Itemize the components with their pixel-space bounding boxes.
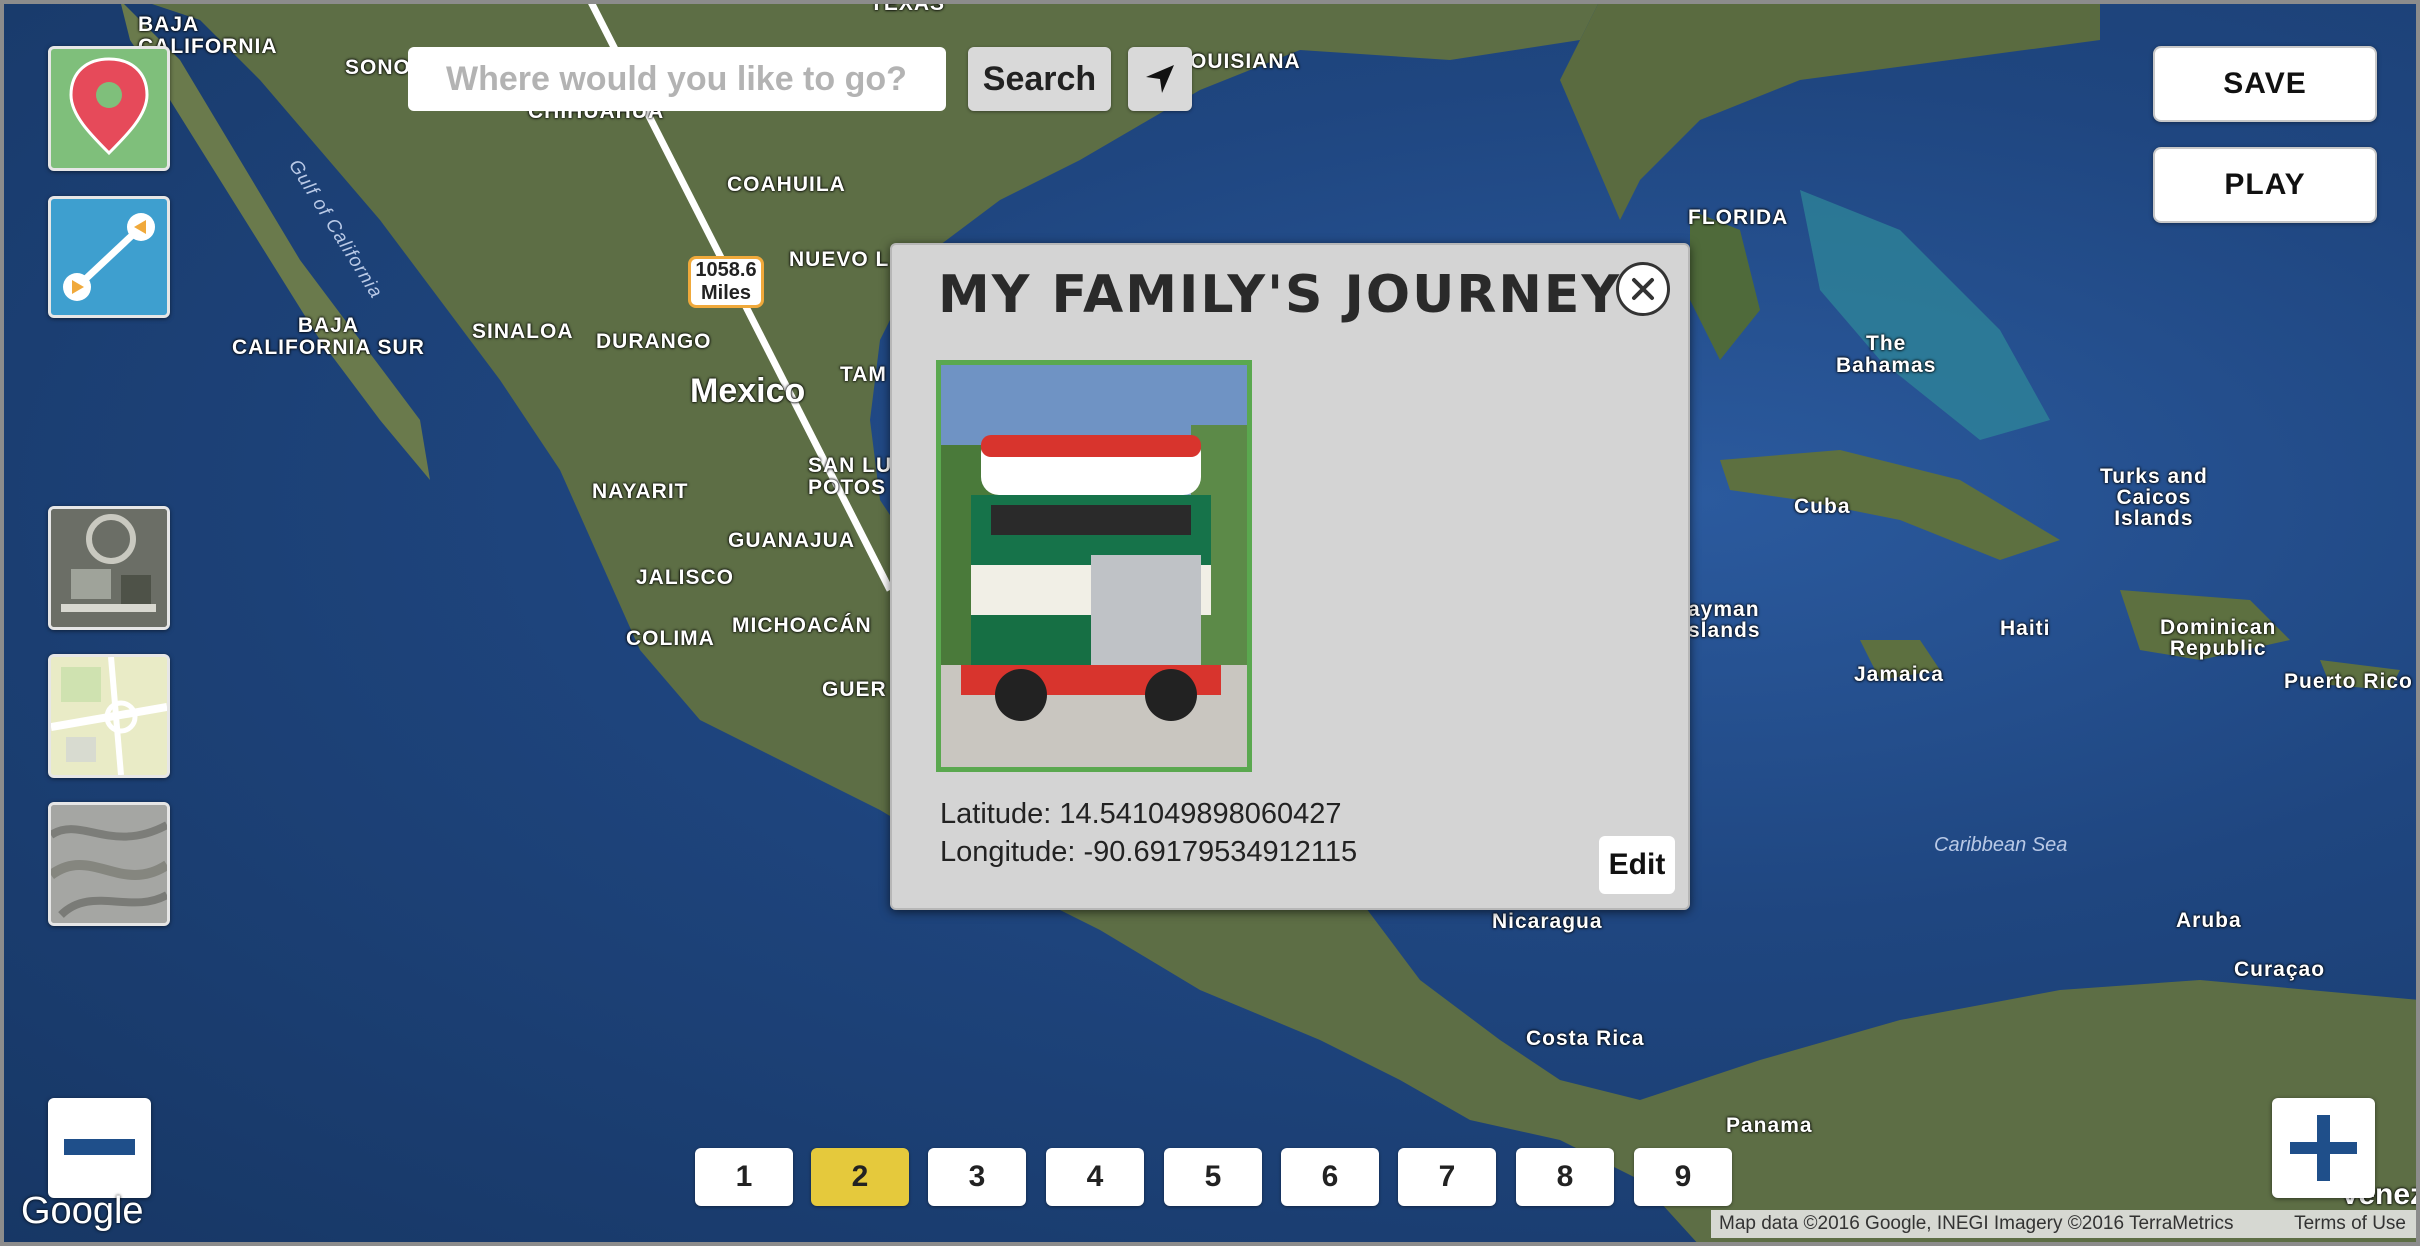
page-button-1[interactable]: 1 [695,1148,793,1206]
map-type-terrain[interactable] [48,802,170,926]
map-label-durango: DURANGO [596,330,712,353]
map-label-nayarit: NAYARIT [592,480,689,503]
map-type-roadmap[interactable] [48,654,170,778]
distance-marker: 1058.6 Miles [688,256,764,308]
longitude-text: Longitude: -90.69179534912115 [940,836,1358,868]
terrain-thumbnail-icon [51,805,167,923]
map-label-dominican-republic: Dominican Republic [2160,616,2277,660]
play-button[interactable]: PLAY [2153,147,2377,223]
map-label-baja-california-sur: BAJA CALIFORNIA SUR [232,314,425,359]
attribution-text: Map data ©2016 Google, INEGI Imagery ©20… [1719,1213,2234,1234]
map-label-bahamas: The Bahamas [1836,332,1937,377]
google-logo: Google [21,1190,144,1232]
journey-popup: MY FAMILY'S JOURNEY Latitude: 14.5410498… [890,243,1690,910]
map-label-tamaulipas: TAM [840,363,887,386]
page-button-9[interactable]: 9 [1634,1148,1732,1206]
map-label-mexico: Mexico [690,372,806,410]
navigation-arrow-icon [1146,65,1174,93]
locate-button[interactable] [1128,47,1192,111]
map-label-coahuila: COAHUILA [727,173,846,196]
map-label-jalisco: JALISCO [636,566,735,589]
page-button-5[interactable]: 5 [1164,1148,1262,1206]
map-label-colima: COLIMA [626,627,715,650]
map-label-texas: TEXAS [870,0,946,15]
map-label-caribbean-sea: Caribbean Sea [1934,834,2068,856]
add-pin-tool[interactable] [48,46,170,171]
map-label-nuevo-leon: NUEVO L [789,248,890,271]
map-label-puerto-rico: Puerto Rico [2284,670,2413,693]
draw-route-tool[interactable] [48,196,170,318]
map-label-florida: FLORIDA [1688,206,1789,229]
page-button-8[interactable]: 8 [1516,1148,1614,1206]
bus-photo-image [941,365,1247,767]
zoom-in-button[interactable] [2272,1098,2375,1198]
close-icon [1632,278,1654,300]
map-attribution: Map data ©2016 Google, INEGI Imagery ©20… [1711,1210,2420,1238]
map-label-jamaica: Jamaica [1854,663,1944,686]
map-label-cayman: ayman slands [1688,598,1761,642]
latitude-text: Latitude: 14.541049898060427 [940,798,1342,830]
map-label-michoacan: MICHOACÁN [732,614,872,637]
map-label-nicaragua: Nicaragua [1492,910,1603,933]
satellite-thumbnail-icon [51,509,167,627]
map-label-cuba: Cuba [1794,495,1851,518]
close-popup-button[interactable] [1616,262,1670,316]
map-type-satellite[interactable] [48,506,170,630]
map-label-curacao: Curaçao [2234,958,2326,981]
map-label-sonora: SONO [345,56,411,79]
zoom-out-button[interactable] [48,1098,151,1198]
save-button[interactable]: SAVE [2153,46,2377,122]
search-button[interactable]: Search [968,47,1111,111]
map-label-haiti: Haiti [2000,617,2051,640]
route-line-icon [63,213,155,301]
page-button-4[interactable]: 4 [1046,1148,1144,1206]
edit-button[interactable]: Edit [1599,836,1675,894]
minus-icon [64,1139,135,1155]
journey-photo[interactable] [936,360,1252,772]
roadmap-thumbnail-icon [51,657,167,775]
page-button-6[interactable]: 6 [1281,1148,1379,1206]
page-button-7[interactable]: 7 [1398,1148,1496,1206]
map-label-guerrero: GUER [822,678,887,701]
map-pin-icon [69,57,149,156]
page-button-2[interactable]: 2 [811,1148,909,1206]
popup-title: MY FAMILY'S JOURNEY [938,265,1622,325]
page-button-3[interactable]: 3 [928,1148,1026,1206]
map-label-panama: Panama [1726,1114,1813,1137]
map-label-turks-caicos: Turks and Caicos Islands [2100,465,2208,530]
map-label-guanajuato: GUANAJUA [728,529,856,552]
map-label-costa-rica: Costa Rica [1526,1027,1645,1050]
map-label-sinaloa: SINALOA [472,320,574,343]
map-label-aruba: Aruba [2176,909,2242,932]
plus-icon [2290,1115,2357,1181]
terms-of-use-link[interactable]: Terms of Use [2294,1210,2406,1238]
distance-value: 1058.6 [695,259,757,281]
map-label-san-luis-potosi: SAN LU POTOS [808,454,893,499]
map-label-louisiana: OUISIANA [1190,50,1301,73]
distance-unit: Miles [700,282,752,304]
search-input[interactable] [408,47,946,111]
